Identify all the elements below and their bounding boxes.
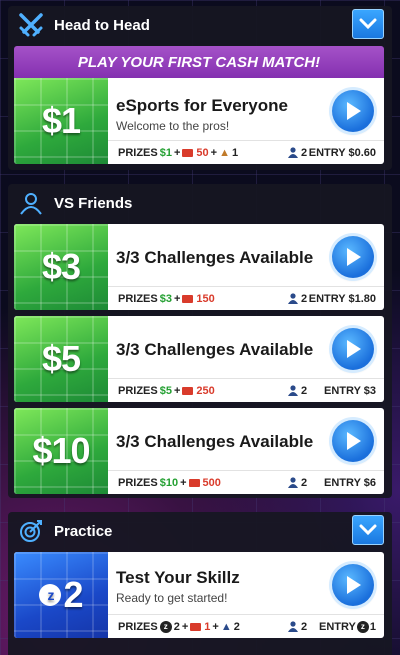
practice-section: Practice z 2 Test Your Skillz Ready to g… bbox=[8, 512, 392, 655]
players-count: 2 bbox=[288, 293, 307, 305]
prize-cash: $10 bbox=[159, 476, 179, 489]
head-to-head-header[interactable]: Head to Head bbox=[8, 6, 392, 44]
prize-cash: $1 bbox=[159, 146, 172, 159]
card-footer: PRIZES $5 + 250 2 ENTRY $3 bbox=[108, 378, 384, 402]
card-title: 3/3 Challenges Available bbox=[116, 248, 314, 267]
play-icon bbox=[347, 102, 361, 120]
match-card[interactable]: $1 eSports for Everyone Welcome to the p… bbox=[14, 78, 384, 164]
vs-friends-section: VS Friends $3 3/3 Challenges Available P… bbox=[8, 184, 392, 498]
promo-banner[interactable]: PLAY YOUR FIRST CASH MATCH! bbox=[14, 46, 384, 78]
person-outline-icon bbox=[16, 188, 46, 218]
play-icon bbox=[347, 248, 361, 266]
chevron-down-icon bbox=[359, 18, 377, 30]
prize-extra: 2 bbox=[233, 620, 240, 633]
prize-tickets: 150 bbox=[196, 292, 215, 305]
challenge-card[interactable]: $5 3/3 Challenges Available PRIZES $5 + … bbox=[14, 316, 384, 402]
challenge-card[interactable]: $3 3/3 Challenges Available PRIZES $3 + … bbox=[14, 224, 384, 310]
ticket-icon bbox=[182, 294, 194, 303]
ticket-icon bbox=[182, 386, 194, 395]
prizes: PRIZES z 2 + 1 + ▲ 2 bbox=[118, 620, 240, 633]
target-icon bbox=[16, 516, 46, 546]
prizes: PRIZES $10 + 500 bbox=[118, 476, 221, 489]
players-count: 2 bbox=[288, 147, 307, 159]
card-footer: PRIZES $1 + 50 + ▲ 1 2 ENTRY $0.60 bbox=[108, 140, 384, 164]
person-icon bbox=[288, 147, 298, 158]
bonus-icon: ▲ bbox=[219, 146, 230, 159]
play-button[interactable] bbox=[332, 420, 374, 462]
section-title: Head to Head bbox=[54, 16, 150, 34]
prize-extra: 1 bbox=[232, 146, 239, 159]
prize-cash: $5 bbox=[159, 384, 172, 397]
person-icon bbox=[288, 385, 298, 396]
play-button[interactable] bbox=[332, 564, 374, 606]
crossed-swords-icon bbox=[16, 10, 46, 40]
match-thumbnail: z 2 bbox=[14, 552, 108, 638]
entry-fee: ENTRY z 1 bbox=[319, 620, 376, 633]
card-title: 3/3 Challenges Available bbox=[116, 432, 314, 451]
prize-tickets: 1 bbox=[204, 620, 211, 633]
challenge-card[interactable]: $10 3/3 Challenges Available PRIZES $10 … bbox=[14, 408, 384, 494]
card-subtitle: Ready to get started! bbox=[116, 591, 228, 605]
card-footer: PRIZES z 2 + 1 + ▲ 2 2 ENTRY z 1 bbox=[108, 614, 384, 638]
match-thumbnail: $10 bbox=[14, 408, 108, 494]
match-thumbnail: $1 bbox=[14, 78, 108, 164]
players-count: 2 bbox=[288, 621, 307, 633]
collapse-button[interactable] bbox=[352, 515, 384, 545]
play-icon bbox=[347, 432, 361, 450]
z-coin-icon: z bbox=[39, 584, 62, 606]
collapse-button[interactable] bbox=[352, 9, 384, 39]
prize-tickets: 500 bbox=[202, 476, 221, 489]
entry-fee: ENTRY $3 bbox=[324, 384, 376, 397]
play-icon bbox=[347, 340, 361, 358]
play-icon bbox=[347, 576, 361, 594]
entry-fee: ENTRY $6 bbox=[324, 476, 376, 489]
prize-cash: $3 bbox=[159, 292, 172, 305]
z-coin-icon: z bbox=[159, 620, 172, 633]
card-footer: PRIZES $10 + 500 2 ENTRY $6 bbox=[108, 470, 384, 494]
head-to-head-section: Head to Head PLAY YOUR FIRST CASH MATCH!… bbox=[8, 6, 392, 170]
person-icon bbox=[288, 477, 298, 488]
players-count: 2 bbox=[288, 385, 307, 397]
bonus-icon: ▲ bbox=[220, 620, 232, 633]
prize-tickets: 50 bbox=[196, 146, 209, 159]
entry-fee: ENTRY $1.80 bbox=[308, 292, 376, 305]
ticket-icon bbox=[182, 148, 194, 157]
ticket-icon bbox=[188, 478, 200, 487]
card-title: 3/3 Challenges Available bbox=[116, 340, 314, 359]
prize-tickets: 250 bbox=[196, 384, 215, 397]
section-title: Practice bbox=[54, 522, 113, 540]
play-button[interactable] bbox=[332, 90, 374, 132]
prizes-label: PRIZES bbox=[118, 146, 158, 159]
card-footer: PRIZES $3 + 150 2 ENTRY $1.80 bbox=[108, 286, 384, 310]
entry-fee: ENTRY $0.60 bbox=[308, 146, 376, 159]
z-coin-icon: z bbox=[356, 620, 369, 633]
vs-friends-header[interactable]: VS Friends bbox=[8, 184, 392, 222]
match-thumbnail: $3 bbox=[14, 224, 108, 310]
practice-card[interactable]: z 2 Test Your Skillz Ready to get starte… bbox=[14, 552, 384, 638]
prizes: PRIZES $5 + 250 bbox=[118, 384, 215, 397]
card-title: Test Your Skillz bbox=[116, 568, 240, 587]
person-icon bbox=[288, 293, 298, 304]
ticket-icon bbox=[190, 622, 202, 631]
play-button[interactable] bbox=[332, 328, 374, 370]
prizes: PRIZES $3 + 150 bbox=[118, 292, 215, 305]
chevron-down-icon bbox=[359, 524, 377, 536]
practice-header[interactable]: Practice bbox=[8, 512, 392, 550]
match-thumbnail: $5 bbox=[14, 316, 108, 402]
players-count: 2 bbox=[288, 477, 307, 489]
prizes: PRIZES $1 + 50 + ▲ 1 bbox=[118, 146, 239, 159]
section-title: VS Friends bbox=[54, 194, 133, 212]
person-icon bbox=[288, 621, 298, 632]
play-button[interactable] bbox=[332, 236, 374, 278]
card-title: eSports for Everyone bbox=[116, 96, 288, 115]
prize-z: 2 bbox=[173, 620, 180, 633]
card-subtitle: Welcome to the pros! bbox=[116, 119, 230, 133]
